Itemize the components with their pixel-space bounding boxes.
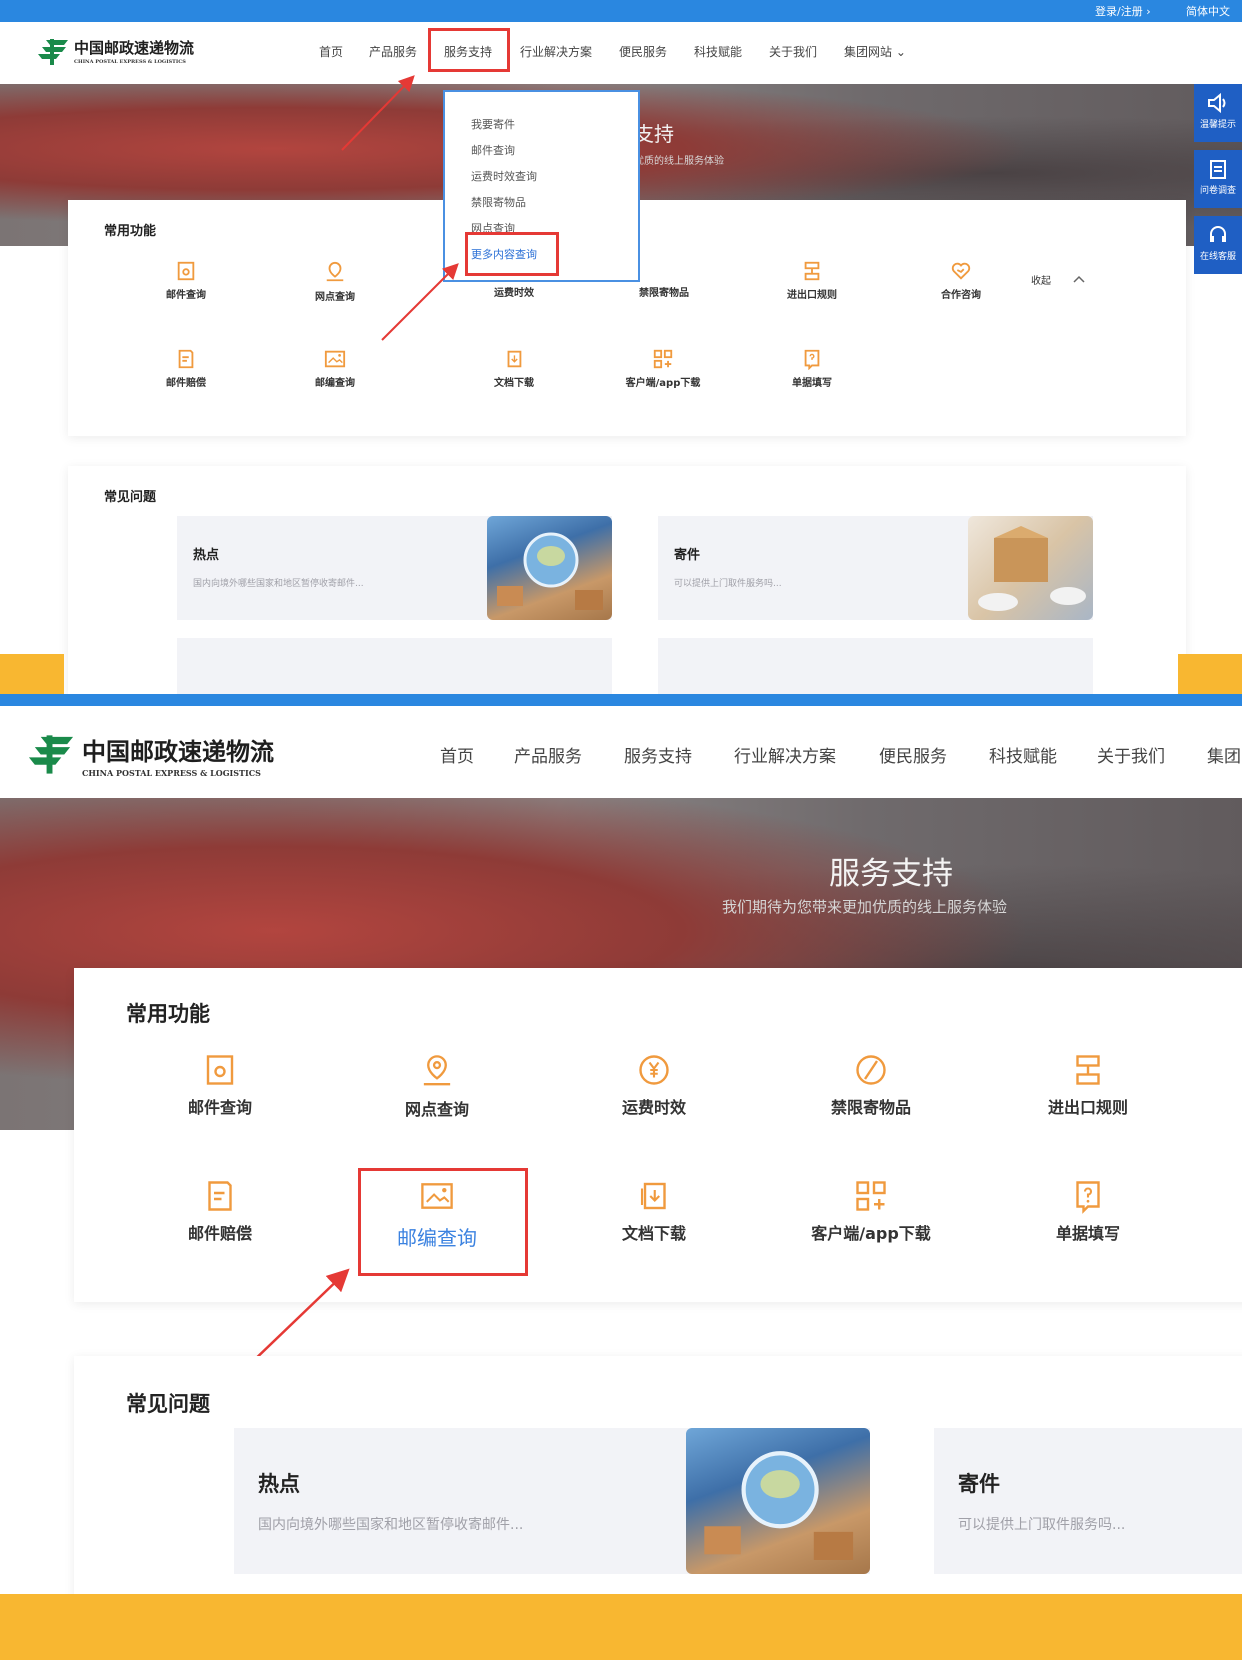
- faq-card: 常见问题 热点 国内向境外哪些国家和地区暂停收寄邮件... 寄件 可以提供上门取…: [68, 466, 1186, 696]
- faq-title: 常见问题: [104, 490, 157, 505]
- panel-divider: [0, 694, 1242, 706]
- screenshot-panel-dropdown: 登录/注册 › 简体中文 中国邮政速递物流 CHINA POSTAL EXPRE…: [0, 0, 1242, 696]
- faq-item-placeholder[interactable]: [177, 638, 612, 696]
- globe-parcels-image: [487, 516, 612, 620]
- frame-decoration: [1178, 654, 1242, 696]
- globe-parcels-image: [686, 1428, 870, 1574]
- screenshot-panel-postcode: 中国邮政速递物流 CHINA POSTAL EXPRESS & LOGISTIC…: [0, 706, 1242, 1660]
- frame-decoration: [0, 654, 64, 696]
- faq-item-placeholder[interactable]: [658, 638, 1093, 696]
- faq-item-hotspot[interactable]: 热点 国内向境外哪些国家和地区暂停收寄邮件...: [177, 516, 612, 620]
- frame-decoration: [0, 1594, 1242, 1660]
- faq-item-shipping[interactable]: 寄件 可以提供上门取件服务吗...: [658, 516, 1093, 620]
- courier-box-image: [968, 516, 1093, 620]
- faq-item-hotspot[interactable]: 热点 国内向境外哪些国家和地区暂停收寄邮件...: [234, 1428, 870, 1574]
- faq-item-shipping[interactable]: 寄件 可以提供上门取件服务吗...: [934, 1428, 1242, 1574]
- faq-title: 常见问题: [126, 1392, 210, 1416]
